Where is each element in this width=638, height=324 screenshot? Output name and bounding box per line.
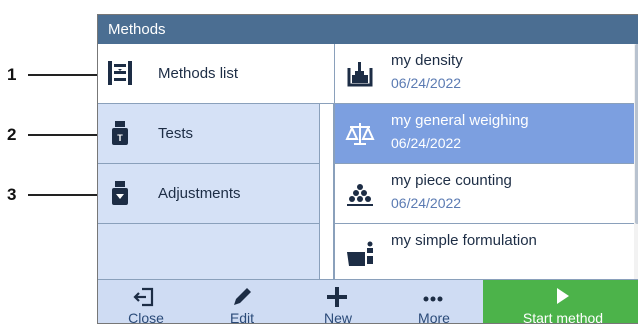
callout-line [28,74,98,76]
tab-label: Tests [158,125,194,142]
tab-methods-list[interactable]: Methods list [98,44,334,104]
callout-number: 3 [7,185,17,204]
button-label: New [323,310,352,324]
methods-scrollbar[interactable] [634,44,638,279]
callout-number: 2 [7,125,17,144]
play-icon [557,288,569,304]
close-icon [133,287,154,307]
callout-2: 2 [0,125,98,145]
plus-icon [327,287,347,307]
callout-line [28,134,98,136]
callout-number: 1 [7,65,17,84]
method-name: my density [391,52,463,69]
formulation-icon [347,241,373,266]
tab-tests[interactable]: T Tests [98,104,320,164]
more-icon [423,296,443,302]
tab-label: Adjustments [158,185,241,202]
method-name: my piece counting [391,172,512,189]
callout-line [28,194,98,196]
method-date: 06/24/2022 [391,195,462,211]
tab-adjustments[interactable]: Adjustments [98,164,320,224]
method-date: 06/24/2022 [391,75,462,91]
method-item-density[interactable]: my density 06/24/2022 [335,44,635,104]
window-title: Methods [98,15,638,44]
button-label: More [418,310,450,324]
scale-balance-icon [345,123,375,145]
methods-list-icon [108,61,132,85]
method-date: 06/24/2022 [391,135,462,151]
tab-label: Methods list [158,65,239,82]
method-item-simple-formulation[interactable]: my simple formulation [335,224,635,284]
density-icon [347,62,373,87]
pencil-icon [234,288,251,305]
test-weight-icon: T [112,121,128,145]
piece-counting-icon [347,184,373,206]
callout-1: 1 [0,65,98,85]
methods-list: my density 06/24/2022 my general weighin… [334,44,635,284]
device-screen: Methods Methods list T Tests Adjustments… [97,14,638,324]
method-name: my general weighing [391,112,529,129]
more-button[interactable]: More [386,280,482,324]
callout-3: 3 [0,185,98,205]
tab-column-empty [98,224,320,280]
button-label: Edit [229,310,255,324]
method-item-piece-counting[interactable]: my piece counting 06/24/2022 [335,164,635,224]
adjustment-weight-icon [112,181,128,205]
tab-column: Methods list T Tests Adjustments [98,44,334,280]
new-button[interactable]: New [290,280,386,324]
start-method-button[interactable]: Start method [483,280,638,324]
edit-button[interactable]: Edit [194,280,290,324]
button-label: Start method [522,310,604,324]
close-button[interactable]: Close [98,280,194,324]
button-label: Close [128,310,164,324]
method-item-general-weighing[interactable]: my general weighing 06/24/2022 [335,104,635,164]
bottom-toolbar: Close Edit New More Start method [98,279,638,324]
svg-text:T: T [117,133,123,143]
method-name: my simple formulation [391,232,537,249]
